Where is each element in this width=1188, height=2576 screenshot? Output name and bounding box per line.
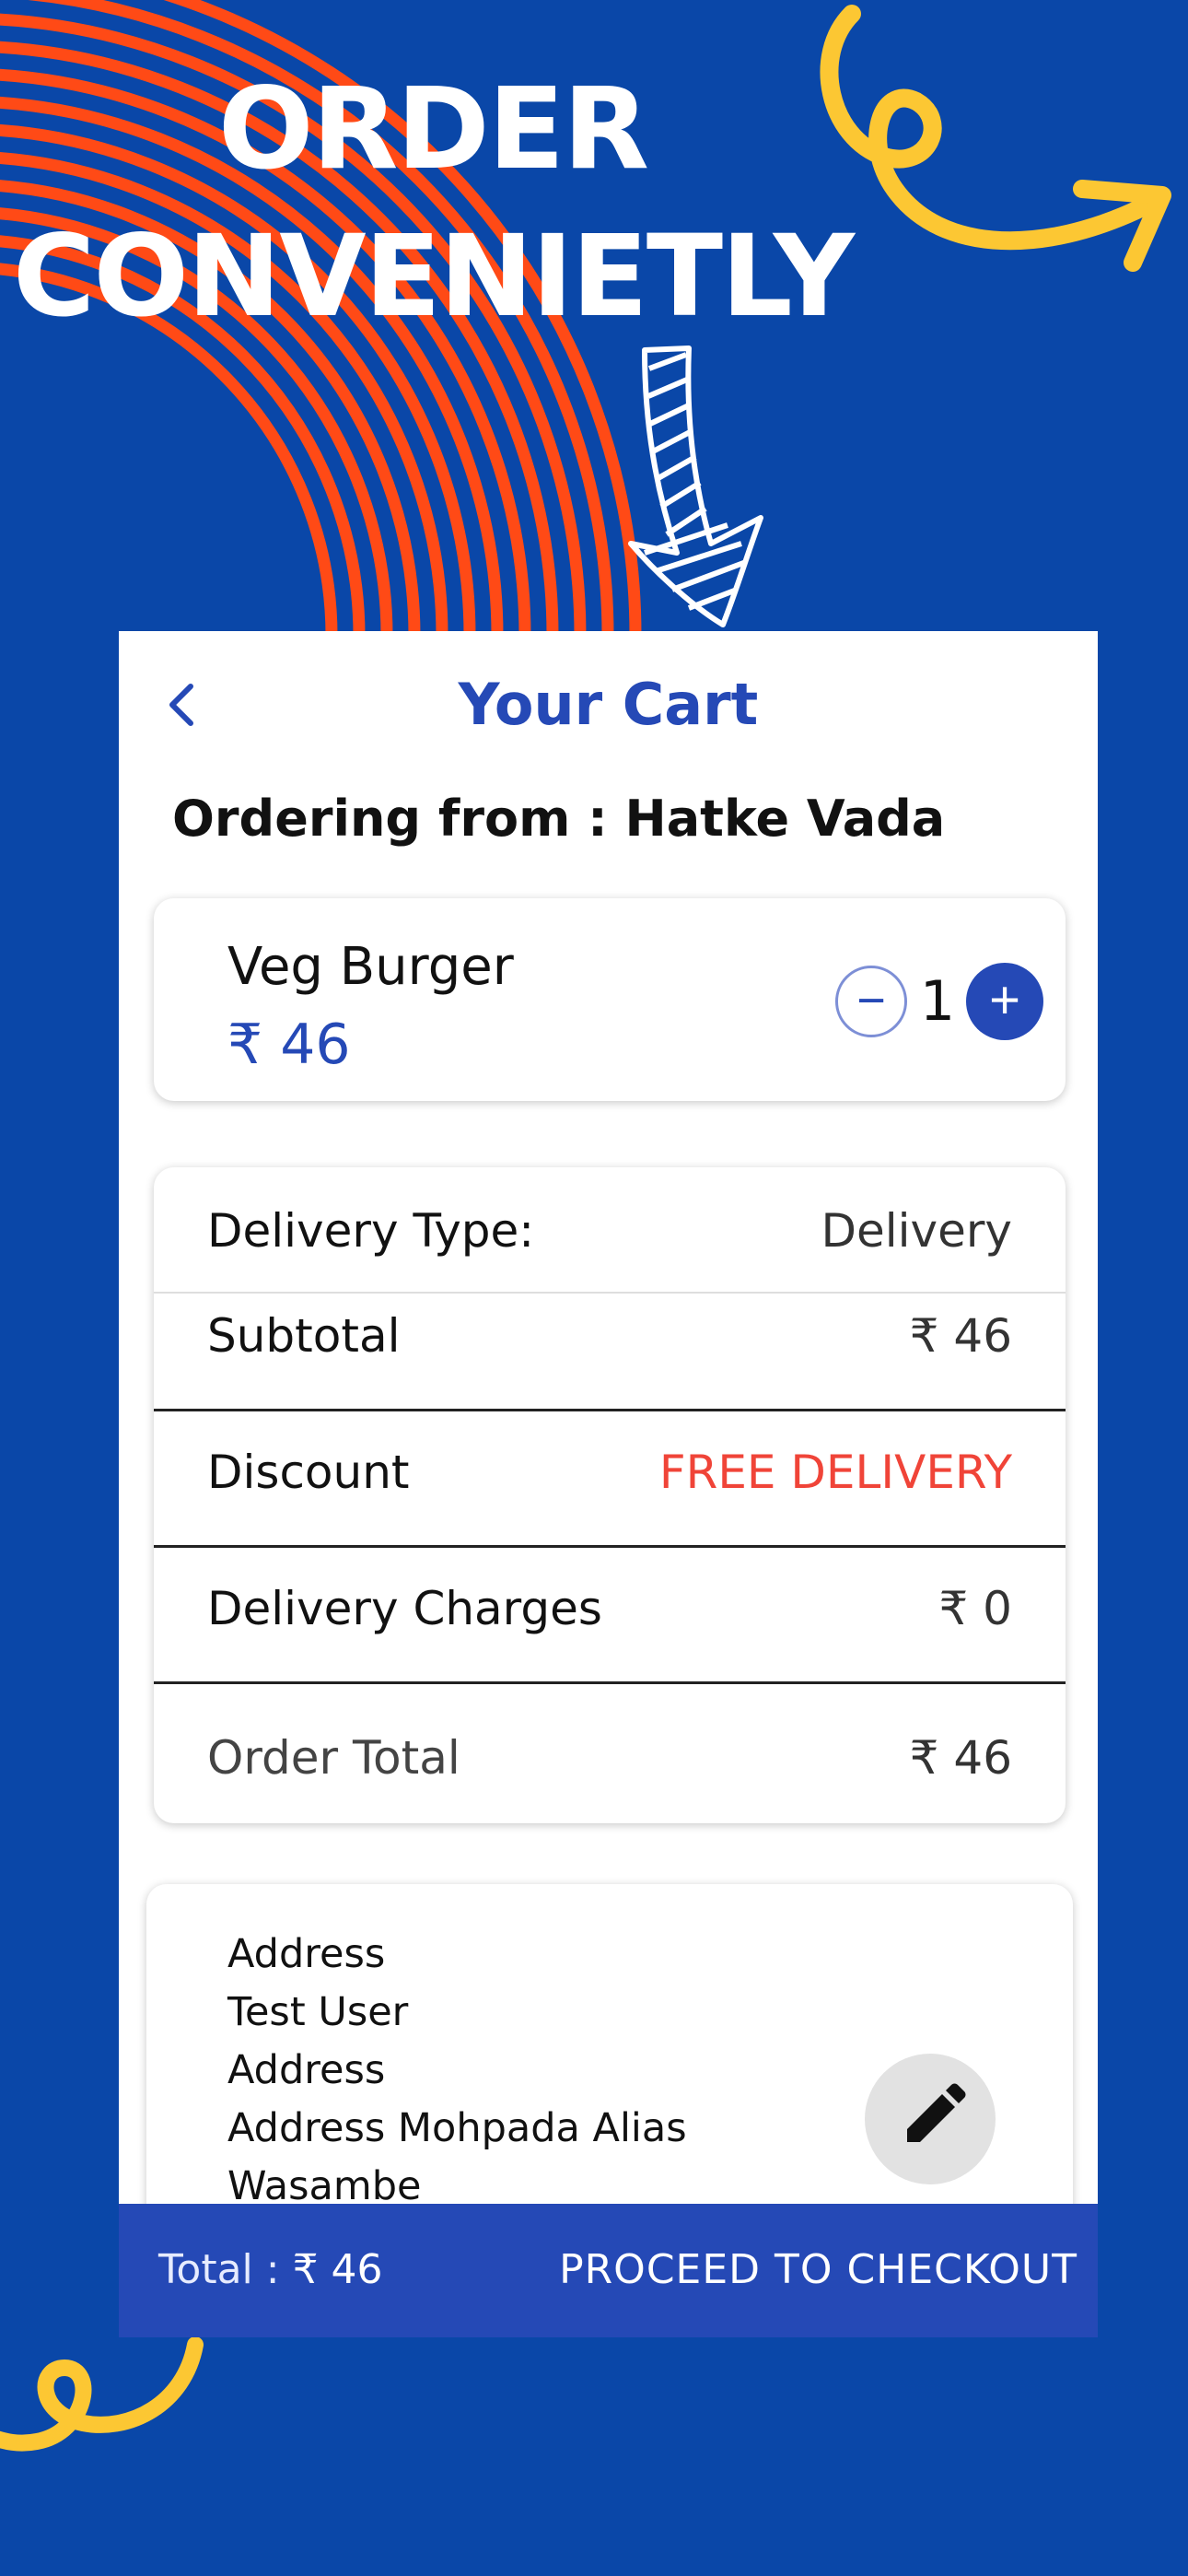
pencil-icon bbox=[907, 2083, 966, 2142]
squiggle-bottom-icon bbox=[0, 2336, 204, 2452]
item-name: Veg Burger bbox=[227, 937, 514, 997]
ordering-from-label: Ordering from : Hatke Vada bbox=[172, 790, 946, 848]
address-line: Address bbox=[227, 2047, 386, 2093]
subtotal-label: Subtotal bbox=[207, 1309, 401, 1363]
banner-headline: ORDER CONVENIETLY bbox=[0, 55, 866, 350]
order-total-label: Order Total bbox=[207, 1731, 460, 1785]
divider bbox=[154, 1292, 1066, 1294]
squiggle-arrow-icon bbox=[820, 5, 1171, 272]
discount-value: FREE DELIVERY bbox=[658, 1446, 1012, 1499]
address-line: Address Mohpada Alias bbox=[227, 2105, 687, 2151]
hatched-arrow-icon bbox=[628, 345, 763, 627]
delivery-charges-value: ₹ 0 bbox=[938, 1582, 1012, 1635]
divider bbox=[154, 1545, 1066, 1548]
banner-line-2: CONVENIETLY bbox=[12, 211, 855, 342]
delivery-charges-label: Delivery Charges bbox=[207, 1582, 602, 1635]
cart-item-card: Veg Burger ₹ 46 − 1 + bbox=[154, 898, 1066, 1101]
total-value: ₹ 46 bbox=[292, 2246, 383, 2293]
top-bar: Your Cart bbox=[119, 631, 1098, 779]
address-block: Address Test User Address Address Mohpad… bbox=[227, 1926, 687, 2216]
checkout-bar: Total : ₹ 46 PROCEED TO CHECKOUT bbox=[119, 2204, 1098, 2337]
bill-summary-card: Delivery Type: Delivery Subtotal ₹ 46 Di… bbox=[154, 1167, 1066, 1823]
minus-circle-icon[interactable]: − bbox=[835, 966, 907, 1037]
item-quantity: 1 bbox=[919, 969, 956, 1034]
edit-address-button[interactable] bbox=[865, 2054, 996, 2184]
divider bbox=[154, 1681, 1066, 1684]
discount-label: Discount bbox=[207, 1446, 410, 1499]
checkout-total: Total : ₹ 46 bbox=[158, 2246, 383, 2293]
divider bbox=[154, 1409, 1066, 1411]
page-title: Your Cart bbox=[458, 671, 759, 738]
total-label: Total : bbox=[158, 2246, 293, 2293]
delivery-type-value[interactable]: Delivery bbox=[821, 1204, 1012, 1258]
item-price: ₹ 46 bbox=[227, 1013, 351, 1077]
address-heading: Address bbox=[227, 1931, 386, 1977]
address-line: Test User bbox=[227, 1989, 409, 2035]
phone-screen: Your Cart Ordering from : Hatke Vada Veg… bbox=[119, 631, 1098, 2337]
banner-line-1: ORDER bbox=[217, 64, 649, 194]
order-total-value: ₹ 46 bbox=[909, 1731, 1012, 1785]
plus-circle-icon[interactable]: + bbox=[966, 963, 1043, 1040]
proceed-to-checkout-button[interactable]: PROCEED TO CHECKOUT bbox=[559, 2246, 1077, 2293]
delivery-type-label: Delivery Type: bbox=[207, 1204, 535, 1258]
subtotal-value: ₹ 46 bbox=[909, 1309, 1012, 1363]
